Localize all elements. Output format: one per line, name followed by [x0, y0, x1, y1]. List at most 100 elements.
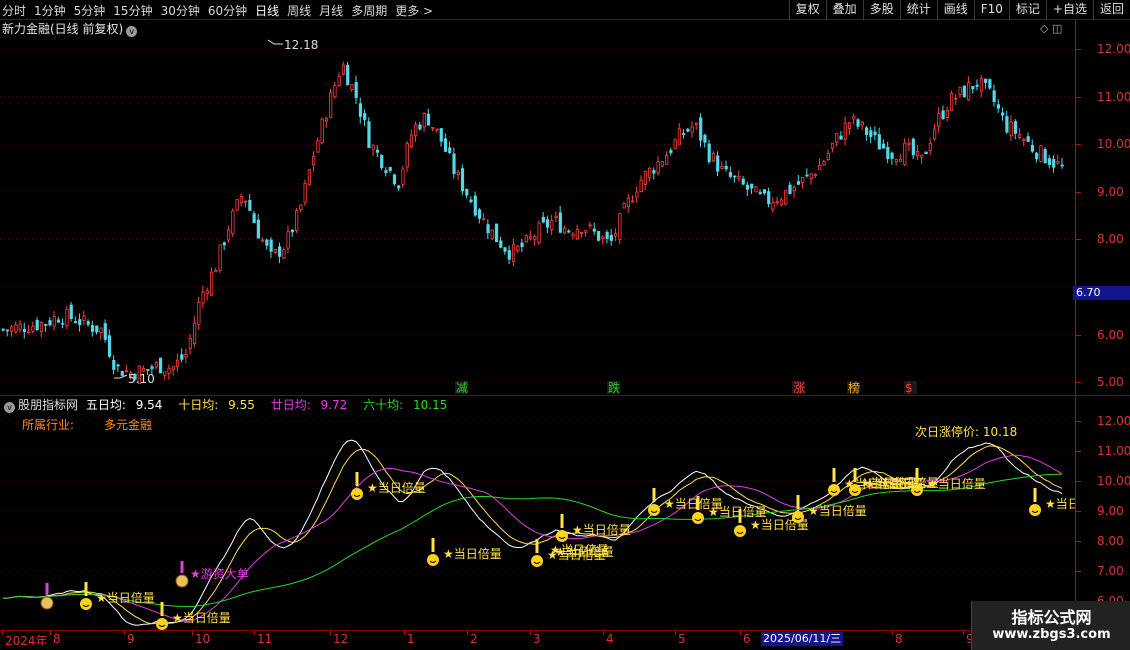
candle-body [792, 186, 796, 192]
candle-body [928, 143, 932, 151]
candle-body [482, 218, 486, 221]
candle-body [341, 64, 346, 75]
candle-body [933, 128, 937, 140]
candle-body [988, 79, 992, 89]
price-axis-label: 11.00 [1097, 89, 1130, 104]
candle-body [580, 232, 584, 234]
candle-body [1013, 121, 1018, 134]
candle-body [490, 229, 494, 240]
candle-body [197, 301, 201, 325]
price-axis: 12.00 11.00 10.00 9.00 8.00 6.00 5.00 [1075, 20, 1130, 395]
candle-body [269, 239, 273, 252]
candle-body [950, 92, 954, 112]
candle-body [775, 201, 779, 204]
candle-body [567, 230, 571, 233]
kline-chart[interactable]: 12.185.10减跌涨榜 $ ★当日倍量★当日倍量★当日倍量★当日倍量 ★当日倍量… [0, 0, 1075, 630]
candle-body [141, 367, 146, 372]
candle-body [796, 181, 801, 185]
date-axis-tick [675, 631, 676, 635]
watermark: 指标公式网 www.zbgs3.com [971, 601, 1130, 650]
candle-body [112, 359, 116, 370]
price-axis-label: 5.00 [1097, 375, 1124, 390]
indicator-axis: 12.0011.0010.009.008.007.006.00 [1075, 396, 1130, 630]
candle-body [31, 325, 35, 332]
candle-body [779, 199, 784, 206]
candle-body [1018, 134, 1022, 139]
price-axis-tick [1076, 382, 1081, 384]
candle-body [622, 203, 626, 209]
indicator-axis-label: 10.00 [1097, 474, 1130, 488]
candle-body [614, 233, 618, 237]
industry-info: 所属行业: 多元金融 [22, 416, 152, 433]
date-axis-tick [467, 631, 468, 635]
candle-body [673, 139, 677, 149]
candle-body [65, 308, 69, 327]
candle-body [1001, 112, 1005, 116]
candle-body [248, 200, 252, 211]
candle-body [184, 353, 188, 358]
candle-body [48, 320, 52, 326]
candle-body [826, 152, 830, 161]
date-axis: 2024年 8 9 10 11 12 1 2 3 4 5 6 8 9 [0, 630, 1130, 650]
candle-body [597, 230, 601, 241]
candle-body [694, 122, 699, 126]
indicator-lines: ★当日倍量 ★当日倍量 ★当日倍量 ★当日倍量 ★当日倍量 ★当日倍量 ★当日倍量 ★当日倍量… [3, 439, 1075, 630]
candle-body [945, 110, 949, 118]
candle-body [864, 127, 869, 135]
candle-body [750, 183, 754, 189]
candle-body [192, 322, 197, 344]
candle-body [312, 156, 316, 166]
candle-body [835, 132, 839, 143]
candle-body [656, 161, 660, 174]
candle-body [741, 178, 745, 185]
candle-body [435, 128, 439, 131]
signal-marker: 减 [456, 381, 468, 395]
candle-body [1060, 164, 1064, 167]
ma5-label: 五日均: 9.54 [85, 398, 163, 412]
date-axis-label: 8 [53, 632, 61, 646]
candle-body [720, 165, 724, 169]
candle-body [728, 172, 733, 177]
candle-body [545, 219, 550, 228]
candle-body [78, 319, 82, 326]
candle-body [528, 235, 533, 239]
candle-body [898, 158, 903, 162]
candle-body [767, 191, 771, 205]
industry-value: 多元金融 [104, 418, 153, 432]
candle-body [784, 190, 788, 205]
price-axis-tick [1076, 334, 1081, 336]
candle-body [282, 249, 286, 259]
signal-marker: 跌 [608, 380, 620, 395]
candle-body [682, 133, 686, 135]
candle-body [1039, 145, 1043, 162]
candle-body [703, 134, 707, 143]
candle-body [35, 319, 39, 330]
price-axis-label: 10.00 [1097, 137, 1130, 152]
candle-body [265, 239, 269, 246]
ma60-label: 六十均: 10.15 [363, 398, 448, 412]
candle-body [303, 182, 307, 203]
candle-body [363, 113, 367, 120]
date-axis-label: 9 [127, 632, 135, 646]
candle-body [295, 209, 299, 231]
candle-body [920, 154, 924, 158]
candle-body [205, 290, 209, 294]
indicator-axis-tick [1076, 511, 1081, 512]
chevron-down-icon[interactable]: v [4, 402, 15, 413]
indicator-axis-label: 9.00 [1097, 504, 1124, 518]
candle-body [116, 364, 120, 367]
candle-body [801, 177, 805, 183]
candle-body [103, 323, 107, 340]
candle-body [358, 103, 363, 117]
double-volume-label: ★当日倍量 [443, 546, 502, 561]
candle-body [1035, 152, 1039, 160]
ma60-line [3, 473, 1063, 608]
candle-body [665, 155, 669, 165]
candle-body [456, 171, 460, 176]
smiley-icon [351, 488, 363, 500]
tool-button-8[interactable]: 返回 [1092, 0, 1130, 20]
date-axis-label: 2 [470, 632, 478, 646]
candle-body [167, 367, 171, 374]
candle-body [601, 236, 605, 240]
candle-body [1005, 116, 1009, 133]
